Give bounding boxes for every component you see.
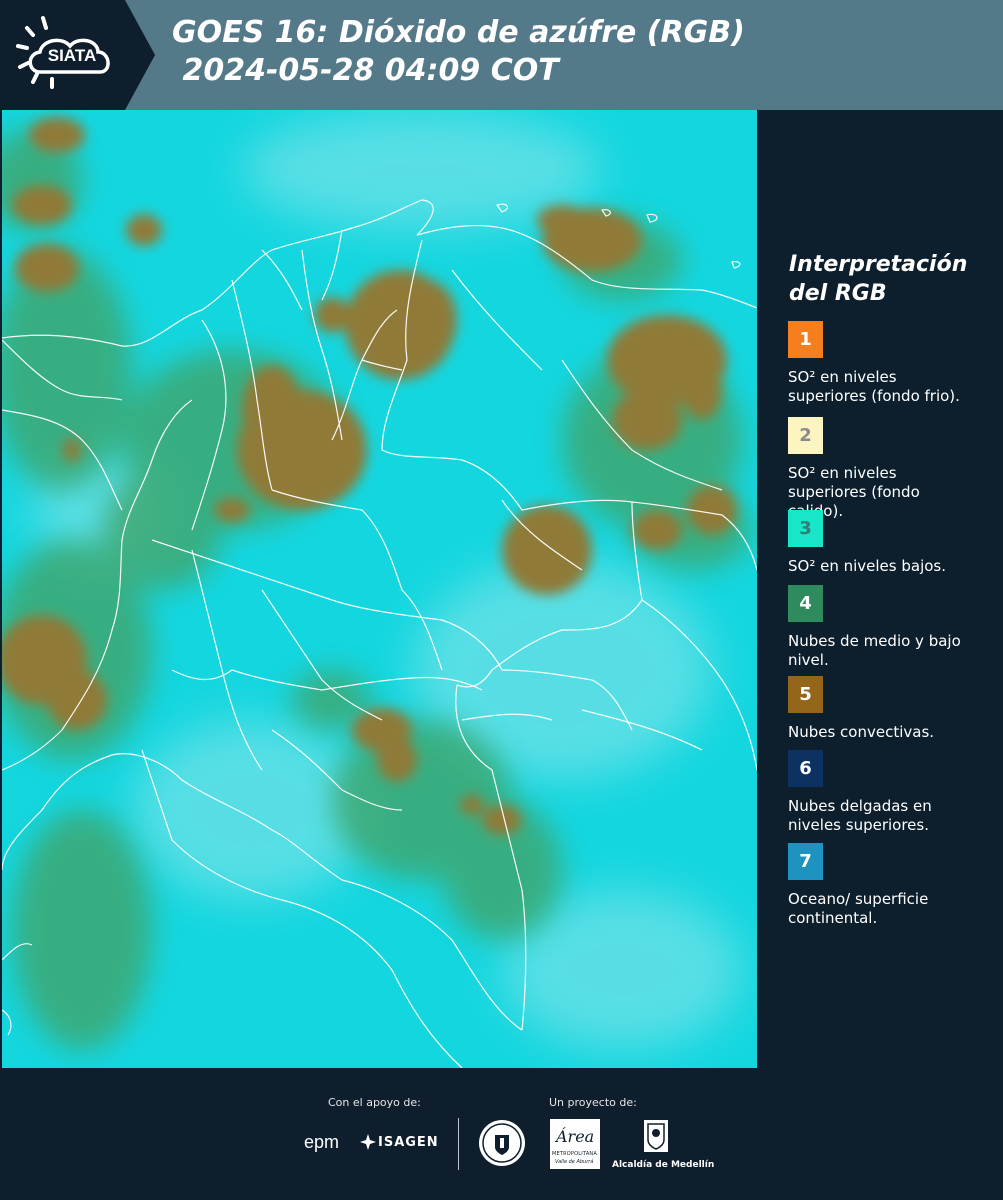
legend-swatch-5: 5: [788, 676, 823, 713]
legend-swatch-1: 1: [788, 321, 823, 358]
area-logo-sub2: Valle de Aburrá: [555, 1159, 594, 1165]
support-caption: Con el apoyo de:: [328, 1096, 421, 1109]
legend-item-6: 6 Nubes delgadas en niveles superiores.: [788, 750, 998, 835]
isagen-logo: [360, 1134, 376, 1154]
legend-label-3: SO² en niveles bajos.: [788, 557, 947, 575]
siata-logo-text: SIATA: [48, 46, 96, 65]
legend-item-1: 1 SO² en niveles superiores (fondo frio)…: [788, 321, 998, 406]
footer-divider: [458, 1118, 459, 1170]
legend-label-1: SO² en niveles superiores (fondo frio).: [788, 368, 960, 405]
legend-item-4: 4 Nubes de medio y bajo nivel.: [788, 585, 998, 670]
siata-logo: SIATA: [0, 0, 155, 110]
legend-swatch-3: 3: [788, 510, 823, 547]
legend-item-5: 5 Nubes convectivas.: [788, 676, 998, 742]
legend-swatch-2: 2: [788, 417, 823, 454]
legend-swatch-6: 6: [788, 750, 823, 787]
epm-logo: epm: [304, 1132, 340, 1152]
legend-label-5: Nubes convectivas.: [788, 723, 935, 741]
header-bar: SIATA GOES 16: Dióxido de azúfre (RGB) 2…: [0, 0, 1003, 110]
legend-swatch-4: 4: [788, 585, 823, 622]
isagen-icon: [360, 1134, 376, 1150]
satellite-map: [2, 110, 757, 1068]
legend-panel: Interpretación del RGB 1 SO² en niveles …: [757, 110, 1003, 1068]
isagen-logo-text: ISAGEN: [378, 1135, 439, 1150]
legend-item-3: 3 SO² en niveles bajos.: [788, 510, 998, 576]
legend-swatch-7: 7: [788, 843, 823, 880]
title-line-1: GOES 16: Dióxido de azúfre (RGB): [172, 15, 745, 50]
legend-item-2: 2 SO² en niveles superiores (fondo calid…: [788, 417, 998, 521]
medellin-seal: [478, 1119, 526, 1171]
footer: Con el apoyo de: Un proyecto de: epm ISA…: [0, 1068, 1003, 1200]
area-logo-name: Área: [556, 1127, 595, 1146]
title-line-2: 2024-05-28 04:09 COT: [172, 53, 559, 88]
legend-title: Interpretación del RGB: [789, 252, 968, 306]
legend-label-7: Oceano/ superficie continental.: [788, 890, 929, 927]
area-logo-sub: METROPOLITANA: [552, 1151, 597, 1157]
legend-label-6: Nubes delgadas en niveles superiores.: [788, 797, 932, 834]
page-title: GOES 16: Dióxido de azúfre (RGB) 2024-05…: [172, 14, 745, 90]
project-caption: Un proyecto de:: [549, 1096, 637, 1109]
area-metropolitana-logo: Área METROPOLITANA Valle de Aburrá: [550, 1119, 600, 1169]
legend-label-4: Nubes de medio y bajo nivel.: [788, 632, 961, 669]
legend-item-7: 7 Oceano/ superficie continental.: [788, 843, 998, 928]
alcaldia-logo-text: Alcaldía de Medellín: [612, 1160, 715, 1170]
alcaldia-crest: [642, 1118, 670, 1158]
